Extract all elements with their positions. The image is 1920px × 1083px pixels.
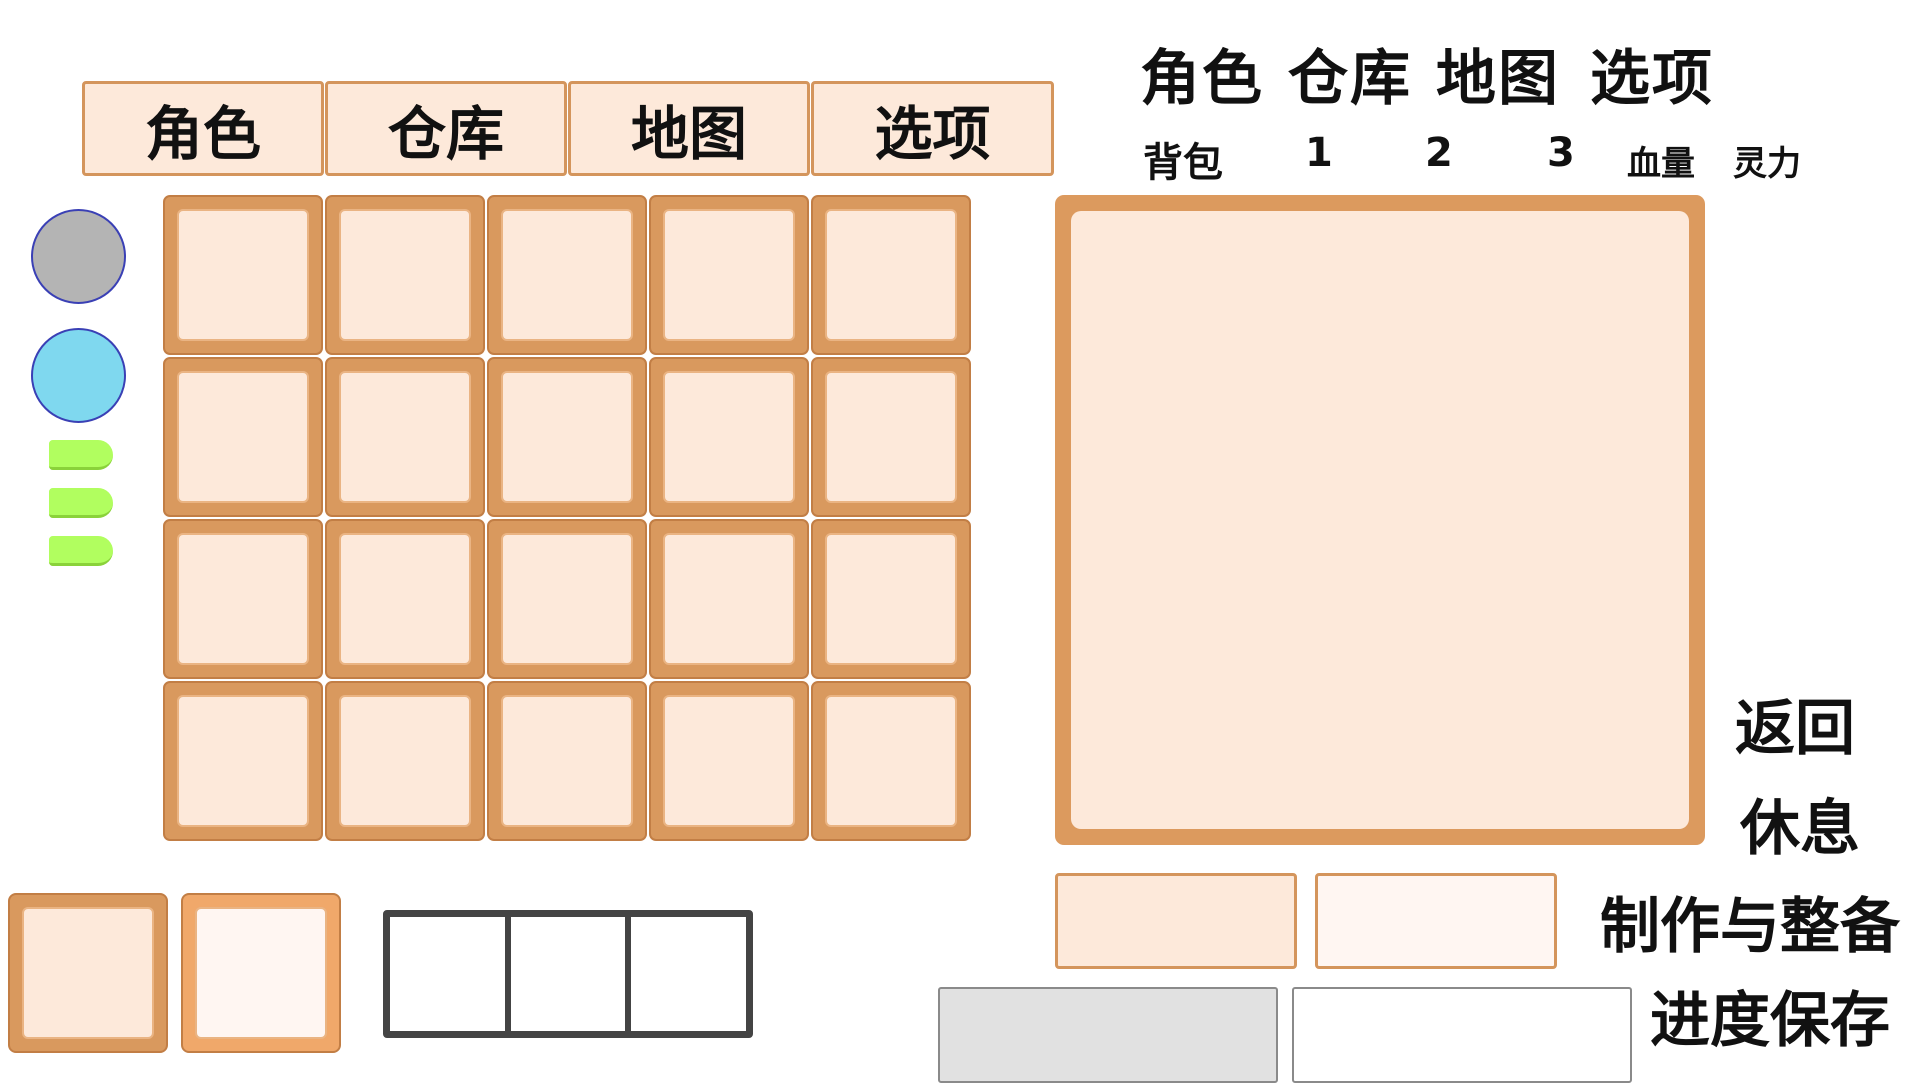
gray-orb-icon: [31, 209, 126, 304]
tab-map[interactable]: 地图: [568, 81, 810, 176]
inventory-slot-1-5[interactable]: [811, 195, 971, 355]
inventory-slot-4-4[interactable]: [649, 681, 809, 841]
tab-character[interactable]: 角色: [82, 81, 324, 176]
inventory-slot-3-2[interactable]: [325, 519, 485, 679]
header-tab-character[interactable]: 角色: [1140, 30, 1264, 117]
rest-button[interactable]: 休息: [1740, 780, 1860, 867]
quick-slot-3[interactable]: [625, 917, 747, 1031]
preview-panel-inner: [1071, 211, 1689, 829]
equip-slot-2[interactable]: [181, 893, 341, 1053]
inventory-slot-inner: [339, 695, 471, 827]
inventory-slot-2-5[interactable]: [811, 357, 971, 517]
sub-tab-1[interactable]: 1: [1305, 130, 1333, 176]
quick-slot-1[interactable]: [390, 917, 505, 1031]
sub-tab-backpack[interactable]: 背包: [1143, 130, 1223, 188]
inventory-slot-2-1[interactable]: [163, 357, 323, 517]
save-slot-2[interactable]: [1292, 987, 1632, 1083]
header-tab-warehouse[interactable]: 仓库: [1288, 30, 1412, 117]
inventory-slot-3-1[interactable]: [163, 519, 323, 679]
craft-slot-2[interactable]: [1315, 873, 1557, 969]
inventory-slot-2-3[interactable]: [487, 357, 647, 517]
inventory-slot-inner: [501, 209, 633, 341]
inventory-slot-2-4[interactable]: [649, 357, 809, 517]
sub-tab-3[interactable]: 3: [1547, 130, 1575, 176]
inventory-slot-inner: [825, 533, 957, 665]
energy-bar-1: [49, 440, 113, 470]
sub-tab-hp[interactable]: 血量: [1627, 136, 1695, 185]
blue-orb-icon: [31, 328, 126, 423]
inventory-slot-inner: [663, 371, 795, 503]
inventory-slot-4-5[interactable]: [811, 681, 971, 841]
inventory-slot-inner: [177, 209, 309, 341]
inventory-slot-inner: [663, 695, 795, 827]
inventory-slot-inner: [501, 533, 633, 665]
equip-slot-2-inner: [195, 907, 327, 1039]
header-tab-map[interactable]: 地图: [1436, 30, 1560, 117]
inventory-slot-inner: [177, 533, 309, 665]
inventory-slot-inner: [825, 695, 957, 827]
back-button[interactable]: 返回: [1735, 680, 1855, 767]
inventory-slot-4-2[interactable]: [325, 681, 485, 841]
inventory-slot-inner: [339, 209, 471, 341]
inventory-slot-inner: [339, 371, 471, 503]
quick-slot-2[interactable]: [504, 917, 626, 1031]
inventory-slot-4-3[interactable]: [487, 681, 647, 841]
inventory-slot-1-4[interactable]: [649, 195, 809, 355]
save-slot-1[interactable]: [938, 987, 1278, 1083]
save-progress-button[interactable]: 进度保存: [1650, 972, 1890, 1059]
inventory-slot-inner: [663, 209, 795, 341]
inventory-slot-inner: [501, 695, 633, 827]
inventory-slot-3-5[interactable]: [811, 519, 971, 679]
inventory-slot-inner: [339, 533, 471, 665]
craft-slot-1[interactable]: [1055, 873, 1297, 969]
inventory-slot-inner: [177, 371, 309, 503]
inventory-slot-4-1[interactable]: [163, 681, 323, 841]
preview-panel: [1055, 195, 1705, 845]
equip-slot-1[interactable]: [8, 893, 168, 1053]
sub-tab-mana[interactable]: 灵力: [1733, 136, 1801, 185]
inventory-slot-1-2[interactable]: [325, 195, 485, 355]
quick-bar: [383, 910, 753, 1038]
inventory-slot-2-2[interactable]: [325, 357, 485, 517]
inventory-slot-1-1[interactable]: [163, 195, 323, 355]
tab-options[interactable]: 选项: [811, 81, 1054, 176]
inventory-grid: [163, 195, 973, 843]
inventory-slot-3-3[interactable]: [487, 519, 647, 679]
sub-tab-2[interactable]: 2: [1425, 130, 1453, 176]
energy-bar-2: [49, 488, 113, 518]
energy-bar-3: [49, 536, 113, 566]
inventory-slot-inner: [177, 695, 309, 827]
craft-button[interactable]: 制作与整备: [1600, 878, 1900, 965]
inventory-slot-inner: [663, 533, 795, 665]
inventory-slot-1-3[interactable]: [487, 195, 647, 355]
tab-warehouse[interactable]: 仓库: [325, 81, 567, 176]
inventory-slot-inner: [825, 371, 957, 503]
inventory-slot-inner: [825, 209, 957, 341]
equip-slot-1-inner: [22, 907, 154, 1039]
header-tab-options[interactable]: 选项: [1590, 30, 1714, 117]
inventory-slot-inner: [501, 371, 633, 503]
inventory-slot-3-4[interactable]: [649, 519, 809, 679]
